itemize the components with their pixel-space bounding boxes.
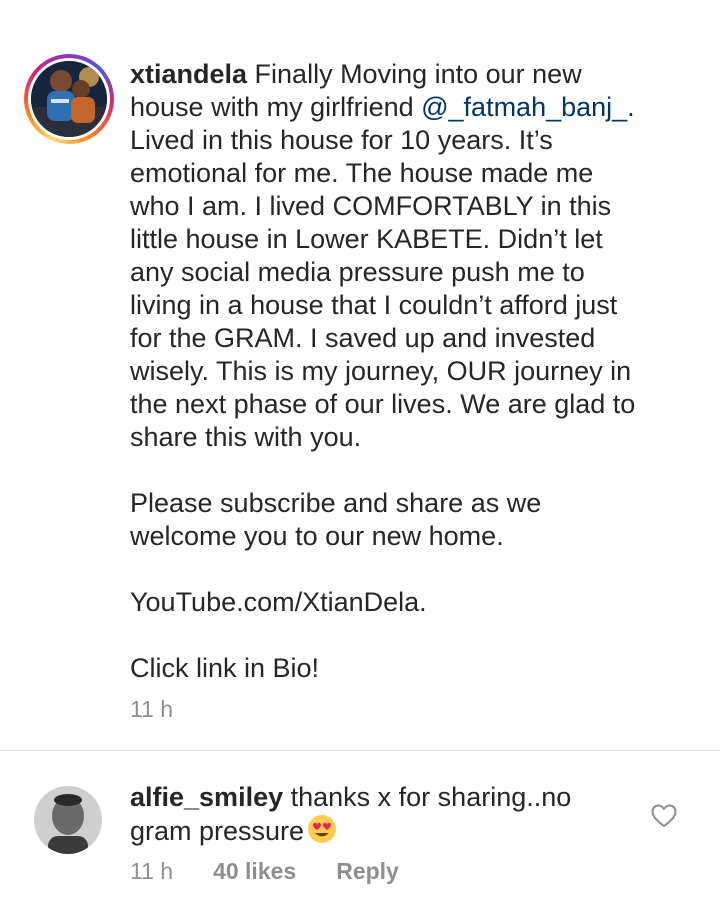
mention-link[interactable]: @_fatmah_banj_ (421, 92, 627, 122)
story-ring-avatar[interactable] (24, 54, 114, 144)
caption-text-part-2: . Lived in this house for 10 years. It’s… (130, 92, 636, 683)
post-username[interactable]: xtiandela (130, 59, 247, 89)
divider (0, 750, 720, 751)
comment-timestamp: 11 h (130, 858, 174, 884)
comment-avatar[interactable] (34, 786, 102, 854)
comment-meta: 11 h 40 likes Reply (130, 858, 399, 885)
comment-body: alfie_smiley thanks x for sharing..no gr… (130, 781, 630, 852)
comment-username[interactable]: alfie_smiley (130, 782, 283, 812)
avatar-photo (31, 61, 107, 137)
avatar[interactable] (31, 61, 107, 137)
comment-avatar-photo (34, 786, 102, 854)
post-timestamp: 11 h (130, 696, 174, 722)
heart-outline-icon[interactable] (651, 804, 677, 828)
heart-eyes-emoji (306, 814, 338, 852)
comment-likes-count[interactable]: 40 likes (213, 858, 296, 885)
post-caption: xtiandela Finally Moving into our new ho… (130, 58, 690, 685)
reply-button[interactable]: Reply (336, 858, 399, 885)
